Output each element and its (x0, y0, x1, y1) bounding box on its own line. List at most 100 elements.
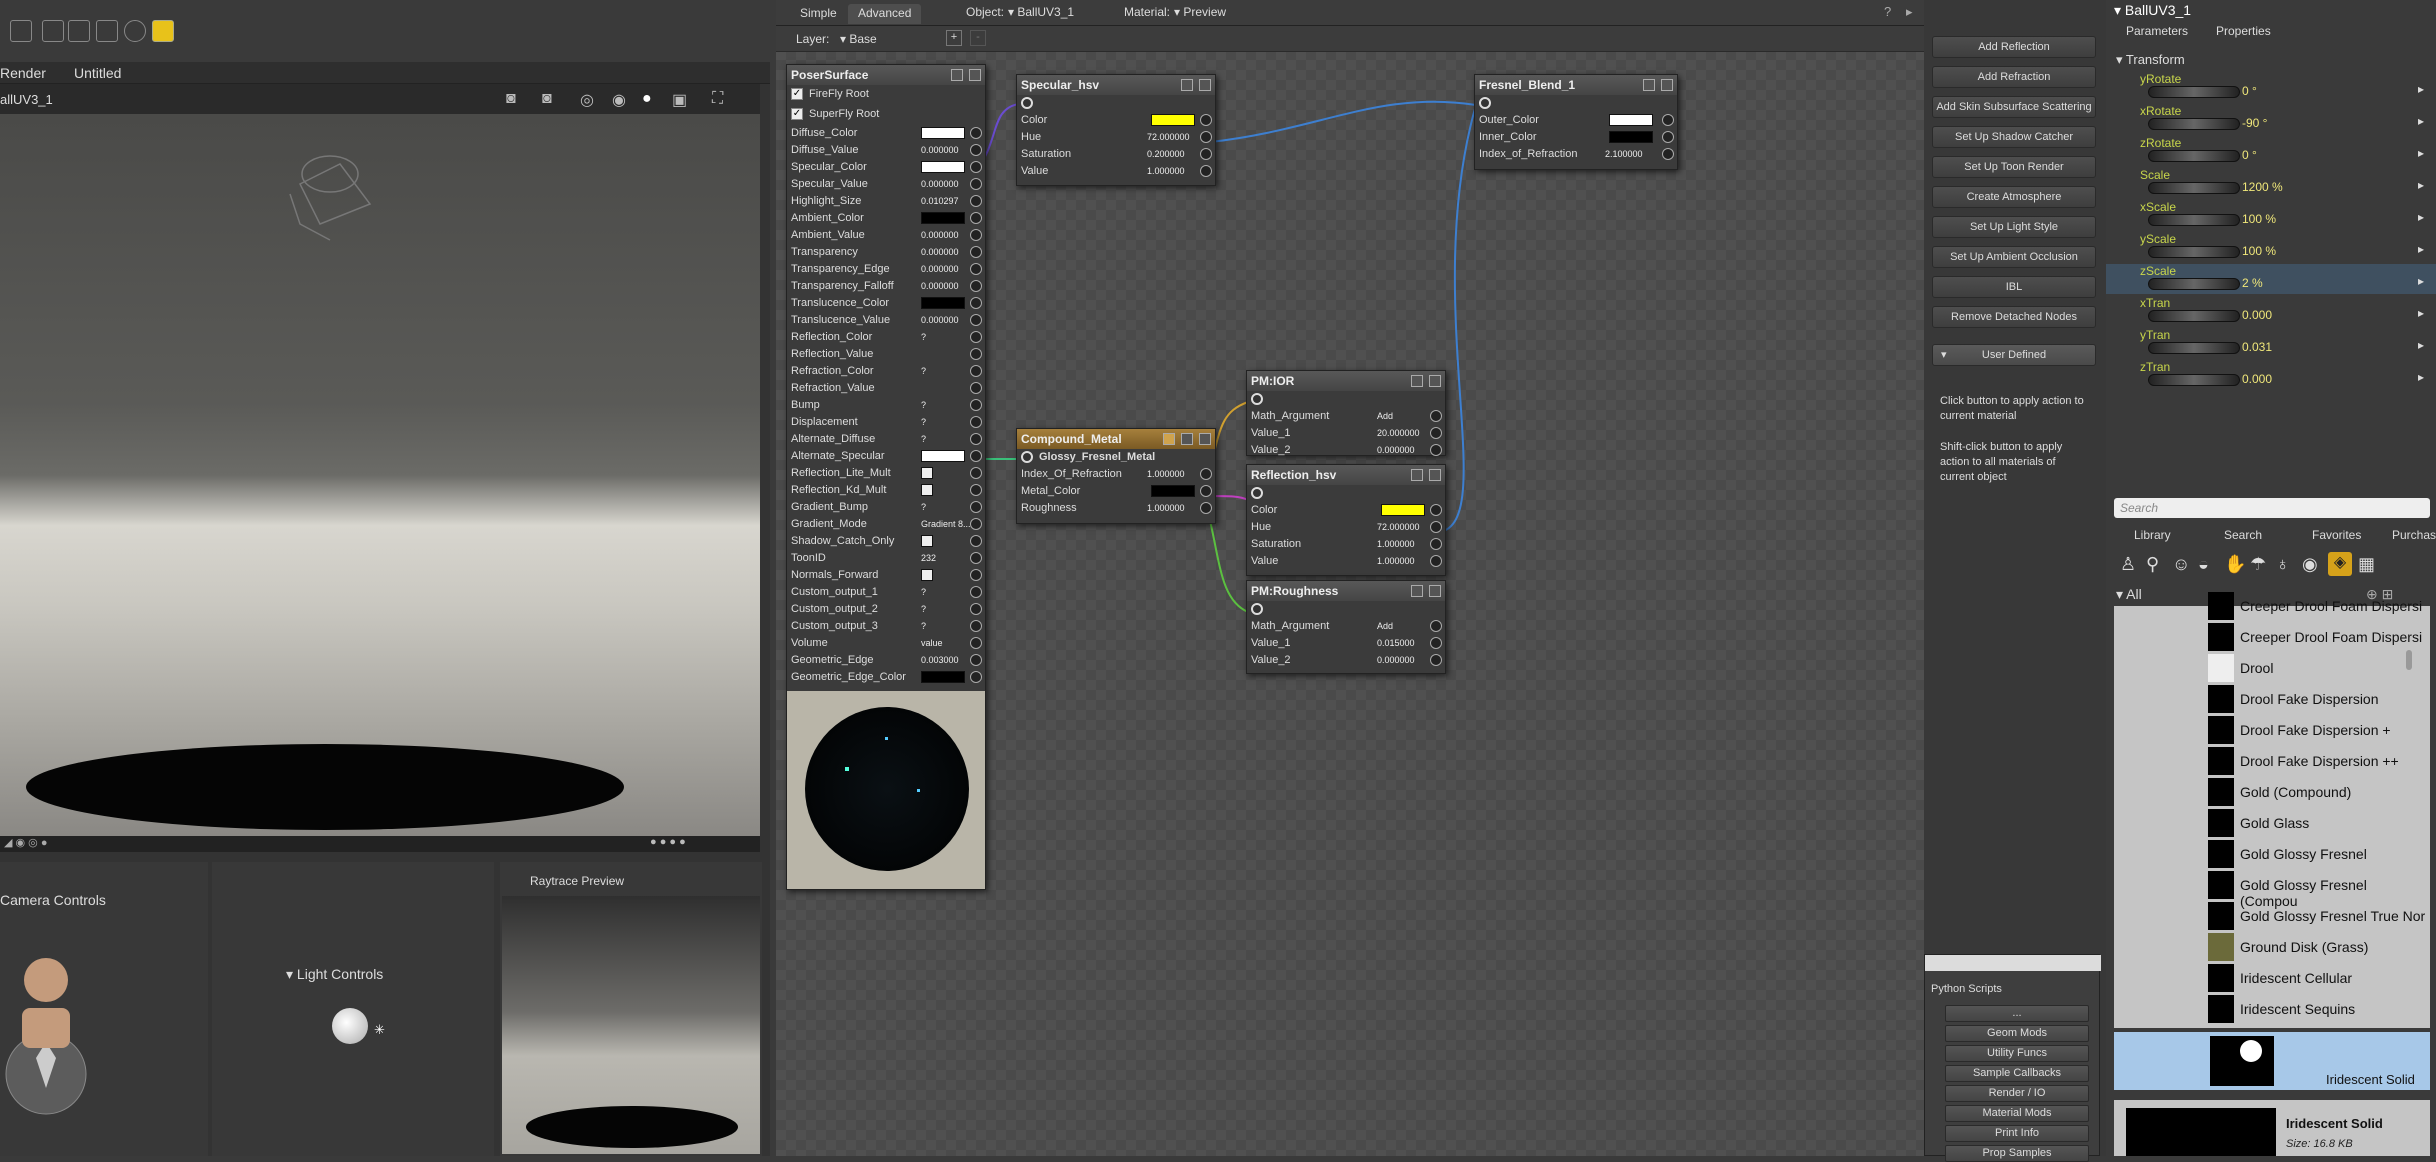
node-collapse-icon[interactable] (951, 69, 963, 81)
cameras-icon[interactable]: ◉ (2302, 554, 2318, 575)
input-socket-icon[interactable] (970, 382, 982, 394)
input-row[interactable]: Value 1.000000 (1017, 163, 1215, 180)
input-socket-icon[interactable] (1200, 148, 1212, 160)
color-swatch[interactable] (1381, 504, 1425, 516)
input-socket-icon[interactable] (970, 127, 982, 139)
input-row[interactable]: Transparency 0.000000 (787, 244, 985, 261)
library-item[interactable]: Gold Glossy Fresnel True Nor (2208, 902, 2428, 930)
parameter-dial[interactable] (2148, 310, 2240, 322)
input-socket-icon[interactable] (1430, 555, 1442, 567)
firefly-root-row[interactable]: ✓ FireFly Root (787, 85, 985, 105)
input-row[interactable]: Index_Of_Refraction 1.000000 (1017, 466, 1215, 483)
parameter-menu-icon[interactable]: ▸ (2418, 210, 2424, 224)
camera-icon-2[interactable]: ◙ (542, 90, 552, 108)
parameter-dial[interactable] (2148, 374, 2240, 386)
checkbox[interactable] (921, 484, 933, 496)
input-socket-icon[interactable] (1662, 114, 1674, 126)
input-value[interactable]: 1.000000 (1147, 469, 1185, 479)
input-row[interactable]: Diffuse_Value 0.000000 (787, 142, 985, 159)
parameter-row[interactable]: xTran 0.000 ▸ (2106, 296, 2436, 326)
input-socket-icon[interactable] (1430, 654, 1442, 666)
input-socket-icon[interactable] (970, 212, 982, 224)
wizard-button[interactable]: Set Up Ambient Occlusion (1932, 246, 2096, 268)
input-socket-icon[interactable] (970, 348, 982, 360)
parameter-dial[interactable] (2148, 150, 2240, 162)
input-row[interactable]: Roughness 1.000000 (1017, 500, 1215, 517)
input-value[interactable]: 0.000000 (921, 247, 959, 257)
input-row[interactable]: ToonID 232 (787, 550, 985, 567)
output-socket-icon[interactable] (1251, 393, 1263, 406)
parameter-value[interactable]: 0 ° (2242, 148, 2257, 162)
input-row[interactable]: Custom_output_1? (787, 584, 985, 601)
library-tab[interactable]: Purchases (2392, 528, 2436, 542)
input-row[interactable]: Metal_Color (1017, 483, 1215, 500)
library-category-icons[interactable]: ♙ ⚲ ☺ ◒ ✋ ☂ ♁ ◉ ◈ ▦ (2114, 548, 2430, 586)
wizard-button[interactable]: Add Refraction (1932, 66, 2096, 88)
node-preview-icon[interactable] (1199, 433, 1211, 445)
node-preview-icon[interactable] (1429, 375, 1441, 387)
input-socket-icon[interactable] (1430, 444, 1442, 456)
input-row[interactable]: Geometric_Edge_Color (787, 669, 985, 686)
library-item[interactable]: Drool Fake Dispersion ++ (2208, 747, 2428, 775)
input-value[interactable]: ? (921, 366, 926, 376)
input-value[interactable]: 232 (921, 553, 936, 563)
input-value[interactable]: ? (921, 400, 926, 410)
tab-untitled[interactable]: Untitled (74, 65, 121, 81)
input-row[interactable]: Reflection_Lite_Mult (787, 465, 985, 482)
python-script-button[interactable]: Geom Mods (1945, 1025, 2089, 1042)
input-row[interactable]: Translucence_Color (787, 295, 985, 312)
input-value[interactable]: 1.000000 (1147, 166, 1185, 176)
reflection-hsv-node[interactable]: Reflection_hsv Color Hue 72.000000 Saturati… (1246, 464, 1446, 576)
input-row[interactable]: Saturation 1.000000 (1247, 536, 1445, 553)
input-value[interactable]: 0.000000 (921, 179, 959, 189)
input-row[interactable]: Math_Argument Add (1247, 408, 1445, 425)
library-item-selected[interactable]: Iridescent Solid (2114, 1032, 2430, 1090)
add-layer-button[interactable]: + (946, 30, 962, 46)
input-value[interactable]: 0.000000 (921, 264, 959, 274)
render-camera-icon[interactable]: ◎ (580, 90, 594, 110)
parameter-menu-icon[interactable]: ▸ (2418, 370, 2424, 384)
camera-icon[interactable]: ◙ (506, 90, 516, 108)
wizard-button[interactable]: Add Skin Subsurface Scattering (1932, 96, 2096, 118)
input-value[interactable]: ? (921, 332, 926, 342)
parameter-menu-icon[interactable]: ▸ (2418, 338, 2424, 352)
input-socket-icon[interactable] (970, 314, 982, 326)
parameter-menu-icon[interactable]: ▸ (2418, 274, 2424, 288)
input-socket-icon[interactable] (970, 280, 982, 292)
input-value[interactable]: 1.000000 (1377, 539, 1415, 549)
input-socket-icon[interactable] (970, 637, 982, 649)
input-socket-icon[interactable] (1430, 504, 1442, 516)
remove-layer-button[interactable]: - (970, 30, 986, 46)
output-socket-icon[interactable] (1479, 97, 1491, 110)
firefly-checkbox[interactable]: ✓ (791, 88, 803, 101)
input-socket-icon[interactable] (970, 399, 982, 411)
color-swatch[interactable] (921, 671, 965, 683)
input-value[interactable]: ? (921, 434, 926, 444)
node-collapse-icon[interactable] (1181, 433, 1193, 445)
input-value[interactable]: ? (921, 502, 926, 512)
input-row[interactable]: Color (1017, 112, 1215, 129)
parameter-row[interactable]: zScale 2 % ▸ (2106, 264, 2436, 294)
input-row[interactable]: Outer_Color (1475, 112, 1677, 129)
library-tab[interactable]: Favorites (2312, 528, 2361, 542)
specular-hsv-header[interactable]: Specular_hsv (1017, 75, 1215, 95)
tab-properties[interactable]: Properties (2216, 24, 2271, 38)
hands-icon[interactable]: ✋ (2224, 554, 2246, 575)
input-row[interactable]: Reflection_Color? (787, 329, 985, 346)
input-socket-icon[interactable] (1430, 521, 1442, 533)
library-item[interactable]: Ground Disk (Grass) (2208, 933, 2428, 961)
group-icon[interactable]: ⛶ (712, 90, 723, 108)
python-script-button[interactable]: Sample Callbacks (1945, 1065, 2089, 1082)
parameter-menu-icon[interactable]: ▸ (2418, 146, 2424, 160)
input-value[interactable]: 0.015000 (1377, 638, 1415, 648)
node-preview-icon[interactable] (969, 69, 981, 81)
input-row[interactable]: Custom_output_3? (787, 618, 985, 635)
node-collapse-icon[interactable] (1411, 585, 1423, 597)
input-row[interactable]: Value 1.000000 (1247, 553, 1445, 570)
output-socket-icon[interactable] (1251, 603, 1263, 616)
parameter-value[interactable]: 0 ° (2242, 84, 2257, 98)
parameter-value[interactable]: 1200 % (2242, 180, 2283, 194)
input-value[interactable]: 72.000000 (1377, 522, 1420, 532)
scenes-icon[interactable]: ▦ (2358, 554, 2375, 575)
input-row[interactable]: Diffuse_Color (787, 125, 985, 142)
